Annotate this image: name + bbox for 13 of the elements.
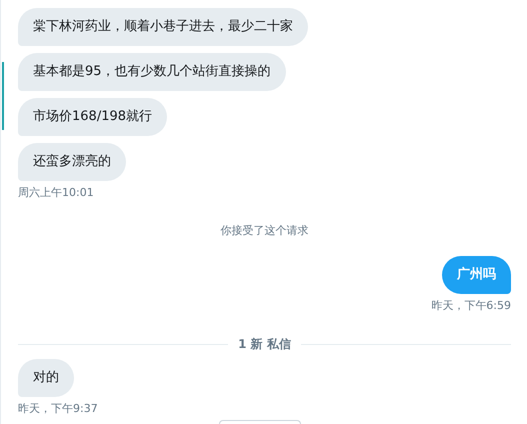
message-timestamp: 昨天，下午6:59 (431, 299, 511, 312)
floating-button[interactable] (219, 420, 301, 424)
message-bubble: 棠下林河药业，顺着小巷子进去，最少二十家 (18, 8, 308, 46)
message-bubble: 广州吗 (442, 256, 511, 294)
system-notice: 你接受了这个请求 (220, 223, 308, 238)
message-timestamp: 昨天，下午9:37 (18, 402, 98, 415)
message-bubble: 市场价168/198就行 (18, 98, 168, 136)
accent-bar (2, 62, 4, 130)
new-messages-label: 1 新 私信 (238, 336, 291, 353)
message-timestamp: 周六上午10:01 (18, 186, 94, 199)
message-bubble: 还蛮多漂亮的 (18, 143, 126, 181)
message-bubble: 对的 (18, 359, 74, 397)
message-bubble: 基本都是95，也有少数几个站街直接操的 (18, 53, 286, 91)
